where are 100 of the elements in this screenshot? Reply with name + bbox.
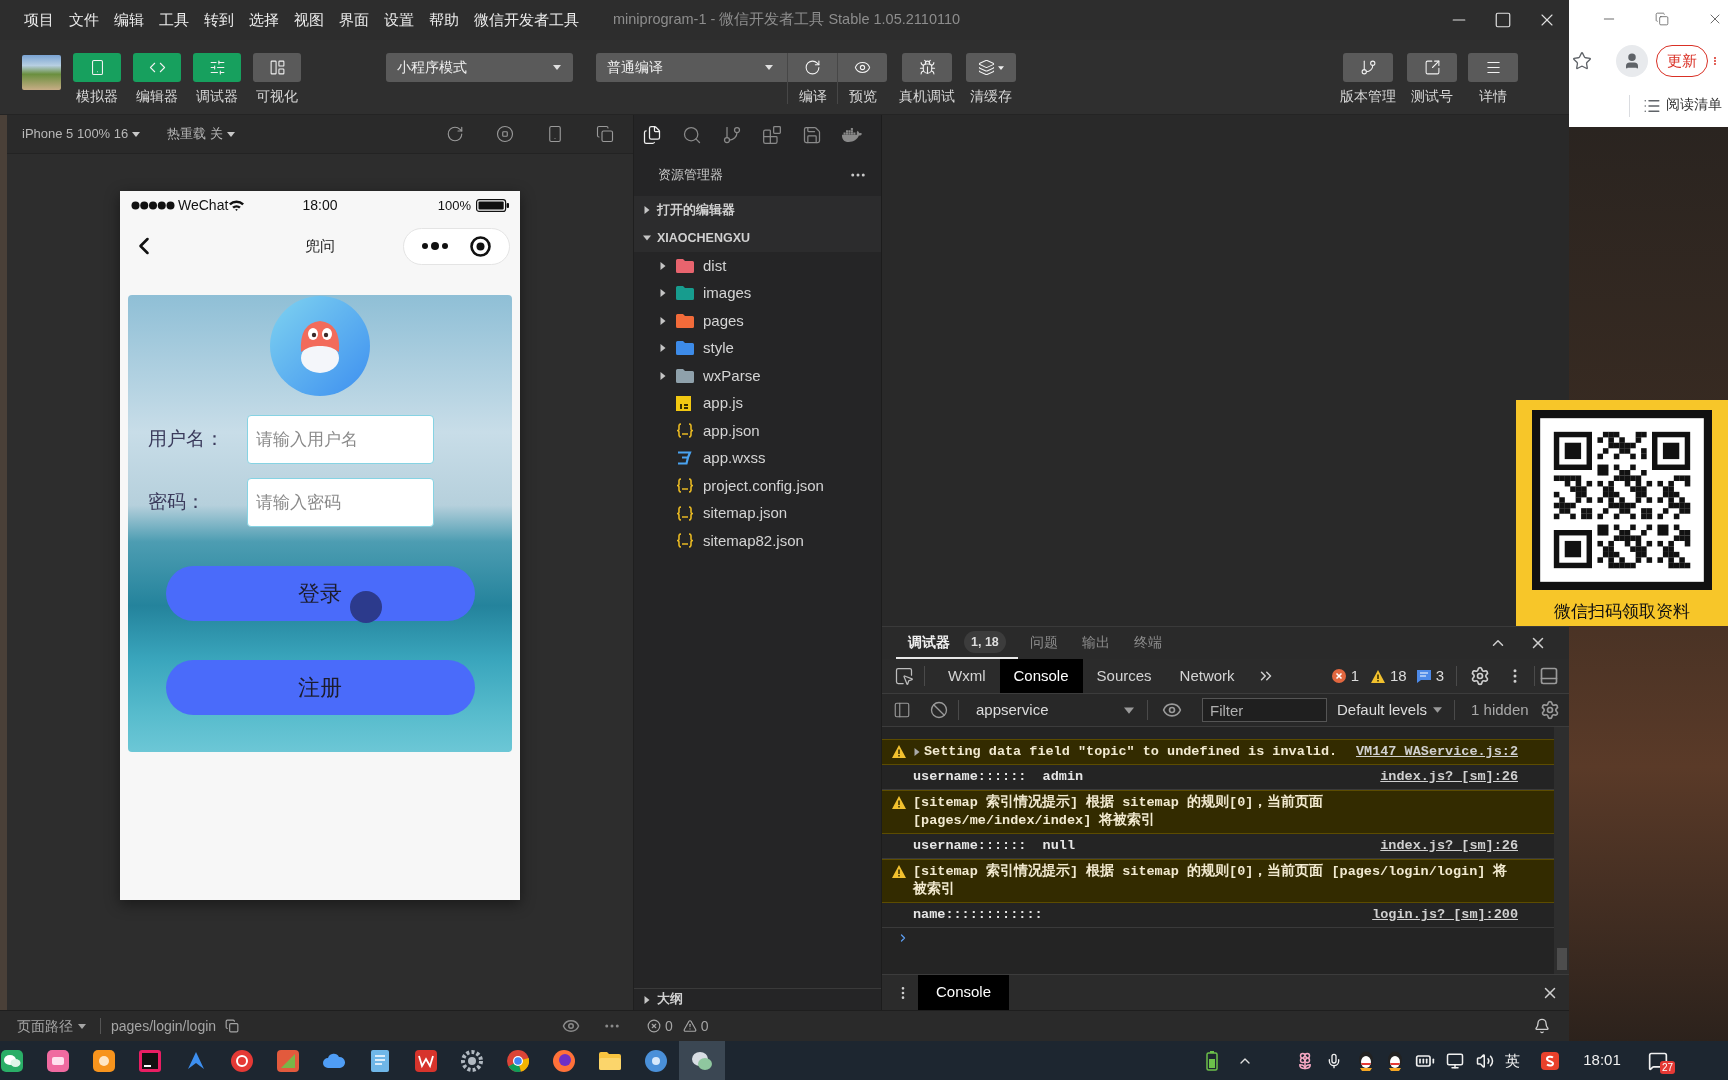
drawer-tab[interactable]: Console (918, 975, 1010, 1010)
mode-select[interactable]: 小程序模式 (386, 53, 573, 82)
devtools-tab[interactable]: Network (1165, 659, 1249, 693)
form-button[interactable]: 登录 (165, 566, 475, 621)
penguin-icon[interactable] (1357, 1050, 1375, 1071)
context-select[interactable]: appservice (968, 698, 1138, 722)
device-select[interactable]: iPhone 5 100% 16 (22, 124, 141, 144)
panel-tab[interactable]: 终端 (1121, 627, 1174, 659)
compile-select[interactable]: 普通编译 (596, 53, 787, 82)
reading-list-link[interactable]: 阅读清单 (1666, 95, 1722, 116)
input-field[interactable]: 请输入用户名 (247, 415, 434, 464)
menu-item[interactable]: 项目 (24, 8, 54, 32)
source-link[interactable]: VM147 WAService.js:2 (1347, 743, 1518, 761)
taskbar-app[interactable] (679, 1041, 725, 1080)
tree-item[interactable]: sitemap82.json (634, 527, 881, 555)
maximize-icon[interactable] (1494, 11, 1512, 29)
dock-icon[interactable] (1539, 666, 1559, 686)
tree-item[interactable]: app.js (634, 389, 881, 417)
toolbar-button[interactable]: 详情 (1468, 53, 1518, 104)
source-link[interactable]: index.js? [sm]:26 (1372, 837, 1518, 855)
tree-item[interactable]: dist (634, 252, 881, 280)
view-toggle[interactable]: 编辑器 (133, 53, 181, 104)
tree-item[interactable]: pages (634, 307, 881, 335)
blocks-icon[interactable] (762, 124, 782, 145)
stop-icon[interactable] (496, 125, 514, 143)
penguin-icon[interactable] (1386, 1050, 1404, 1071)
input-method-indicator[interactable]: 英 (1505, 1051, 1521, 1070)
tree-item[interactable]: sitemap.json (634, 499, 881, 527)
speaker-icon[interactable] (1476, 1051, 1494, 1070)
section-header[interactable]: 打开的编辑器 (634, 196, 881, 224)
toolbar-button[interactable]: 预览 (838, 53, 887, 104)
menu-item[interactable]: 视图 (294, 8, 324, 32)
restore-icon[interactable] (1655, 12, 1669, 26)
settings-icon[interactable] (1540, 700, 1560, 720)
copy-icon[interactable] (225, 1019, 240, 1033)
levels-select[interactable]: Default levels (1337, 698, 1443, 722)
star-icon[interactable] (1572, 51, 1592, 71)
menu-item[interactable]: 编辑 (114, 8, 144, 32)
signal-dots-icon (131, 201, 175, 210)
branch-icon[interactable] (722, 124, 742, 145)
external-link-icon (1407, 53, 1457, 82)
menu-item[interactable]: 微信开发者工具 (474, 8, 579, 32)
devtools-tab[interactable]: Console (999, 659, 1083, 693)
braces-icon (676, 478, 694, 494)
toolbar-button[interactable]: 清缓存 (966, 53, 1016, 104)
toolbar-button[interactable]: 版本管理 (1340, 53, 1396, 104)
eye-icon[interactable] (562, 1017, 580, 1035)
menu-item[interactable]: 设置 (384, 8, 414, 32)
clear-icon[interactable] (930, 701, 948, 719)
toolbar-button[interactable]: 真机调试 (899, 53, 955, 104)
view-toggle[interactable]: 调试器 (193, 53, 241, 104)
tree-item[interactable]: project.config.json (634, 472, 881, 500)
tree-item[interactable]: wxParse (634, 362, 881, 390)
filter-field[interactable]: Filter (1202, 698, 1327, 722)
eye-icon[interactable] (1162, 700, 1182, 720)
menu-item[interactable]: 界面 (339, 8, 369, 32)
copy-icon[interactable] (596, 125, 614, 143)
tree-item[interactable]: app.wxss (634, 444, 881, 472)
tree-item[interactable]: images (634, 279, 881, 307)
search-icon[interactable] (682, 124, 702, 145)
flower-icon[interactable] (1296, 1051, 1314, 1070)
panel-tab[interactable]: 输出 (1069, 627, 1122, 659)
source-link[interactable]: login.js? [sm]:200 (1364, 906, 1518, 924)
more-dots-icon[interactable] (422, 242, 448, 250)
menu-item[interactable]: 帮助 (429, 8, 459, 32)
caret-icon (226, 131, 235, 137)
toolbar-button[interactable]: 测试号 (1407, 53, 1457, 104)
menu-item[interactable]: 工具 (159, 8, 189, 32)
settings-icon[interactable] (1470, 666, 1490, 686)
hot-reload-toggle[interactable]: 热重载 关 (167, 124, 235, 144)
menu-item[interactable]: 转到 (204, 8, 234, 32)
profile-icon[interactable] (1616, 45, 1648, 77)
devtools-tab[interactable]: Wxml (934, 659, 1000, 693)
view-toggle[interactable]: 模拟器 (73, 53, 121, 104)
toolbar-button[interactable]: 编译 (788, 53, 837, 104)
microphone-icon[interactable] (1326, 1051, 1342, 1070)
panel-tab[interactable]: 问题 (1017, 627, 1070, 659)
tree-item[interactable]: app.json (634, 417, 881, 445)
phone-battery-icon[interactable] (1206, 1050, 1218, 1071)
devtools-tab[interactable]: Sources (1082, 659, 1166, 693)
sidebar-icon[interactable] (893, 701, 911, 719)
target-icon[interactable] (470, 235, 491, 257)
source-link[interactable]: index.js? [sm]:26 (1372, 768, 1518, 786)
caret-icon (1433, 707, 1443, 713)
files-icon[interactable] (642, 124, 662, 145)
monitor-icon[interactable] (1446, 1051, 1464, 1070)
tree-item[interactable]: style (634, 334, 881, 362)
input-field[interactable]: 请输入密码 (247, 478, 434, 527)
menu-item[interactable]: 文件 (69, 8, 99, 32)
menu-item[interactable]: 选择 (249, 8, 279, 32)
rotate-icon[interactable] (446, 125, 464, 143)
view-toggle[interactable]: 可视化 (253, 53, 301, 104)
section-header[interactable]: XIAOCHENGXU (634, 224, 881, 252)
chat-bubble-icon (1, 1049, 23, 1072)
inspect-icon[interactable] (894, 666, 914, 686)
app-tile-icon[interactable] (1541, 1051, 1559, 1070)
notification-icon[interactable] (1534, 1018, 1550, 1034)
path-menu[interactable]: 页面路径 (17, 1015, 86, 1037)
form-button[interactable]: 注册 (165, 660, 475, 715)
phone-icon[interactable] (546, 125, 564, 143)
